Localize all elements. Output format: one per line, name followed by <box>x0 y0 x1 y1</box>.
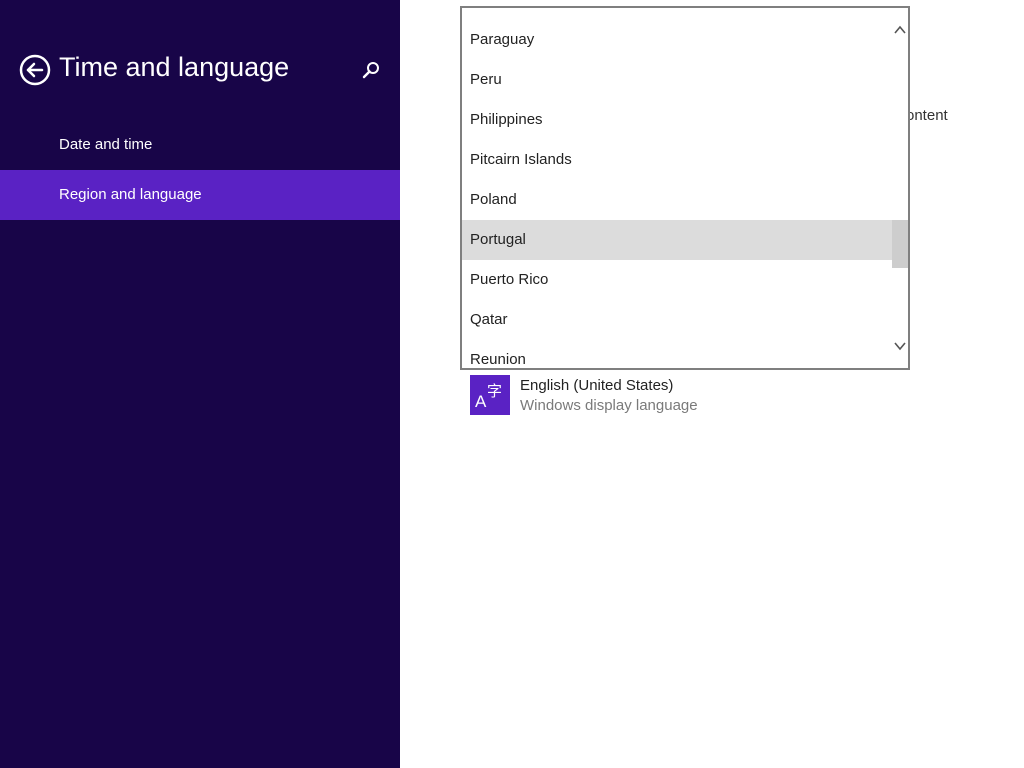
dropdown-option[interactable]: Pitcairn Islands <box>462 140 892 180</box>
scrollbar-thumb[interactable] <box>892 220 908 268</box>
dropdown-scrollbar[interactable] <box>892 8 908 368</box>
dropdown-option[interactable]: Poland <box>462 180 892 220</box>
language-subtitle: Windows display language <box>520 397 698 414</box>
sidebar-item-label: Region and language <box>59 186 202 203</box>
language-icon: A 字 <box>475 382 502 411</box>
sidebar-item-region-and-language[interactable]: Region and language <box>0 170 400 220</box>
dropdown-option[interactable]: Paraguay <box>462 20 892 60</box>
scroll-down-button[interactable] <box>892 338 908 354</box>
language-name[interactable]: English (United States) <box>520 377 673 394</box>
country-dropdown-list[interactable]: Paraguay Peru Philippines Pitcairn Islan… <box>460 6 910 370</box>
dropdown-option[interactable]: Puerto Rico <box>462 260 892 300</box>
chevron-down-icon <box>894 342 906 351</box>
dropdown-options: Paraguay Peru Philippines Pitcairn Islan… <box>462 20 892 368</box>
svg-text:A: A <box>475 392 487 411</box>
page-title: Time and language <box>59 52 290 82</box>
sidebar-item-label: Date and time <box>59 136 153 153</box>
dropdown-option[interactable]: Qatar <box>462 300 892 340</box>
dropdown-option[interactable]: Philippines <box>462 100 892 140</box>
back-arrow-circle-icon <box>19 54 51 86</box>
dropdown-option[interactable]: Reunion <box>462 340 892 368</box>
back-button[interactable] <box>19 54 51 86</box>
chevron-up-icon <box>894 25 906 34</box>
dropdown-option[interactable]: Peru <box>462 60 892 100</box>
dropdown-option-highlighted[interactable]: Portugal <box>462 220 892 260</box>
search-icon <box>362 62 379 79</box>
partially-hidden-text: ontent <box>906 107 948 124</box>
svg-text:字: 字 <box>487 382 502 400</box>
sidebar: Time and language Date and time Region a… <box>0 0 400 768</box>
language-tile[interactable]: A 字 <box>470 375 510 415</box>
sidebar-item-date-and-time[interactable]: Date and time <box>0 120 400 170</box>
scroll-up-button[interactable] <box>892 22 908 38</box>
search-button[interactable] <box>360 60 382 82</box>
